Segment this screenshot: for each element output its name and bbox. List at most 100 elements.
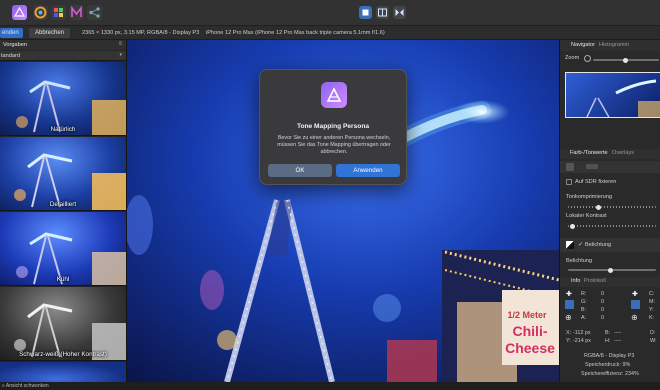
tone-compression-knob[interactable] <box>596 204 601 210</box>
zoom-row: Zoom <box>560 53 660 65</box>
a-label: A: <box>581 315 587 321</box>
x-label: X: <box>566 330 572 336</box>
tab-protocol[interactable]: Protokoll <box>584 277 606 286</box>
cursor-icon-2[interactable] <box>631 300 640 309</box>
adjustments-tabbar: Farb-/Tonwerte Overlays <box>560 149 660 159</box>
exposure-slider-label: Belichtung <box>566 258 593 264</box>
preset-thumb-image <box>14 153 126 210</box>
y-label: Y: <box>649 307 654 313</box>
navigator-preview[interactable] <box>565 72 660 118</box>
preset-thumb-partial[interactable] <box>0 362 126 382</box>
tone-mapping-persona-icon <box>321 82 347 108</box>
zoom-slider-knob[interactable] <box>623 57 628 63</box>
color-picker-icon[interactable]: ✚ <box>566 290 572 298</box>
photo-persona-icon[interactable] <box>12 5 27 20</box>
y-coord-label: Y: <box>566 338 571 344</box>
memory-efficiency: Speichereffizienz: 234% <box>581 371 639 377</box>
preset-label: Natürlich <box>50 126 76 133</box>
dialog-title: Tone Mapping Persona <box>296 123 370 130</box>
exposure-section[interactable]: ✓ Belichtung <box>560 238 660 252</box>
export-persona-icon[interactable] <box>87 5 102 20</box>
document-info: 2365 × 1330 px, 3.15 MP, RGBA/8 - Displa… <box>82 30 200 36</box>
preset-thumb-image <box>14 303 126 360</box>
cancel-button[interactable]: Abbrechen <box>29 28 71 38</box>
local-contrast-slider[interactable] <box>568 223 656 229</box>
preset-thumb-detailed[interactable]: Detailliert <box>0 137 126 211</box>
view-mode-icon[interactable] <box>359 6 372 19</box>
status-bar: » Ansicht schwenken <box>0 382 660 390</box>
presets-panel: Vorgaben ≡ tandard ▾ Natürlich Detaillie… <box>0 40 127 382</box>
hdr-label <box>586 164 598 169</box>
svg-text:Chili-: Chili- <box>513 323 548 339</box>
navigator-thumbnail <box>586 79 660 117</box>
color-space: RGBA/8 - Display P3 <box>584 353 635 359</box>
hdr-section <box>560 161 660 173</box>
mirror-view-icon[interactable] <box>393 6 406 19</box>
x-value: -112 px <box>573 330 591 336</box>
main-toolbar <box>0 0 660 26</box>
preset-thumb-image <box>16 232 126 285</box>
tab-histogram[interactable]: Histogramm <box>599 41 629 50</box>
b-value: 0 <box>601 307 604 313</box>
h-value: ---- <box>614 338 622 344</box>
crosshair-icon-2[interactable]: ⊕ <box>631 313 638 322</box>
tab-info[interactable]: Info <box>571 277 580 286</box>
navigator-tabbar: Navigator Histogramm <box>560 40 660 51</box>
local-contrast-knob[interactable] <box>570 223 575 229</box>
memory-pressure: Speicherdruck: 9% <box>585 362 631 368</box>
apply-button[interactable]: enden <box>0 28 23 38</box>
tone-mapping-persona-icon[interactable] <box>69 5 84 20</box>
tab-navigator[interactable]: Navigator <box>571 41 595 50</box>
liquify-persona-icon[interactable] <box>33 5 48 20</box>
preset-label: Detailliert <box>49 201 77 208</box>
tone-mapping-dialog: Tone Mapping Persona Bevor Sie zu einer … <box>259 69 407 185</box>
exposure-slider[interactable] <box>568 267 656 273</box>
b2-value: ---- <box>614 330 622 336</box>
g-label: G: <box>581 299 587 305</box>
tab-tone-values[interactable]: Farb-/Tonwerte <box>570 149 608 158</box>
apply-tone-mapping-button[interactable]: Anwenden <box>336 164 400 177</box>
svg-text:1/2 Meter: 1/2 Meter <box>507 310 547 320</box>
y-value: -214 px <box>573 338 591 344</box>
m-label: M: <box>649 299 655 305</box>
cursor-icon[interactable] <box>565 300 574 309</box>
tab-overlays[interactable]: Overlays <box>612 149 634 158</box>
r-value: 0 <box>601 291 604 297</box>
checkmark-icon: ✓ <box>578 242 584 248</box>
zoom-slider[interactable] <box>593 57 659 63</box>
split-view-icon[interactable] <box>376 6 389 19</box>
panel-menu-icon[interactable]: ≡ <box>118 41 122 47</box>
zoom-out-icon[interactable] <box>584 55 591 62</box>
preset-category-dropdown[interactable]: tandard ▾ <box>0 51 126 61</box>
exposure-icon <box>566 241 574 249</box>
ok-button[interactable]: OK <box>268 164 332 177</box>
h-label: H: <box>605 338 611 344</box>
develop-persona-icon[interactable] <box>51 5 66 20</box>
d-label: D: <box>650 330 656 336</box>
b-label: B: <box>581 307 587 313</box>
zoom-label: Zoom <box>565 55 580 61</box>
tab-presets[interactable]: Vorgaben <box>3 42 27 48</box>
chevron-down-icon: ▾ <box>119 52 122 58</box>
info-tabbar: Info Protokoll <box>560 277 660 287</box>
preset-thumb-image <box>16 80 126 135</box>
preset-thumb-cool[interactable]: Kühl <box>0 212 126 286</box>
sdr-label: Auf SDR fixieren <box>575 179 617 185</box>
color-picker-icon-2[interactable]: ✚ <box>632 290 638 298</box>
exposure-knob[interactable] <box>608 267 613 273</box>
preset-thumb-bw[interactable]: Schwarz-weiß (Hoher Kontrast) <box>0 287 126 361</box>
local-contrast-label: Lokaler Kontrast <box>566 213 607 219</box>
w-label: W: <box>650 338 657 344</box>
context-toolbar: enden Abbrechen 2365 × 1330 px, 3.15 MP,… <box>0 26 660 40</box>
preset-label: Schwarz-weiß (Hoher Kontrast) <box>19 351 107 358</box>
preset-thumb-natural[interactable]: Natürlich <box>0 62 126 136</box>
svg-text:Cheese: Cheese <box>505 340 555 356</box>
right-panel: Navigator Histogramm Zoom Farb-/Tonwerte… <box>559 40 660 382</box>
crosshair-icon[interactable]: ⊕ <box>565 313 572 322</box>
a-value: 0 <box>601 315 604 321</box>
c-label: C: <box>649 291 655 297</box>
sdr-checkbox[interactable] <box>566 179 572 185</box>
tone-compression-slider[interactable] <box>568 204 656 210</box>
sdr-row: Auf SDR fixieren <box>560 177 660 188</box>
k-label: K: <box>649 315 655 321</box>
